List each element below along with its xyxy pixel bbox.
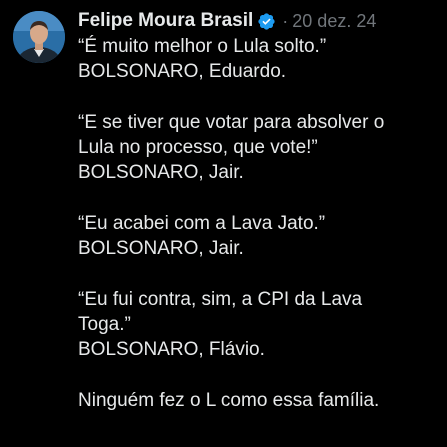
tweet-card: Felipe Moura Brasil · 20 dez. 24 “É muito… [0, 0, 447, 447]
tweet-text-line: “Eu acabei com a Lava Jato.” [78, 213, 326, 234]
tweet-text-line: “É muito melhor o Lula solto.” [78, 36, 327, 57]
author-display-name[interactable]: Felipe Moura Brasil [78, 10, 253, 32]
meta-separator: · [282, 10, 289, 31]
tweet-body: “É muito melhor o Lula solto.” BOLSONARO… [78, 34, 438, 413]
tweet-text-line: BOLSONARO, Jair. [78, 162, 244, 183]
tweet-paragraph: “Eu acabei com a Lava Jato.” BOLSONARO, … [78, 211, 438, 261]
tweet-paragraph: “É muito melhor o Lula solto.” BOLSONARO… [78, 34, 438, 84]
tweet-text-line: “E se tiver que votar para absolver o [78, 112, 385, 133]
tweet-text-line: Lula no processo, que vote!” [78, 137, 318, 158]
tweet-header: Felipe Moura Brasil · 20 dez. 24 [78, 9, 376, 33]
verified-badge-icon[interactable] [257, 12, 276, 31]
tweet-text-line: BOLSONARO, Flávio. [78, 339, 265, 360]
tweet-text-line: Ninguém fez o L como essa família. [78, 390, 380, 411]
tweet-paragraph: “E se tiver que votar para absolver o Lu… [78, 110, 438, 185]
tweet-paragraph: Ninguém fez o L como essa família. [78, 388, 438, 413]
user-avatar-icon [13, 11, 65, 63]
tweet-text-line: Toga.” [78, 314, 131, 335]
tweet-text-line: “Eu fui contra, sim, a CPI da Lava [78, 289, 363, 310]
tweet-date[interactable]: 20 dez. 24 [292, 11, 376, 31]
author-avatar[interactable] [13, 11, 65, 63]
tweet-paragraph: “Eu fui contra, sim, a CPI da Lava Toga.… [78, 287, 438, 362]
tweet-text-line: BOLSONARO, Jair. [78, 238, 244, 259]
tweet-meta: · 20 dez. 24 [282, 11, 376, 32]
tweet-text-line: BOLSONARO, Eduardo. [78, 61, 287, 82]
